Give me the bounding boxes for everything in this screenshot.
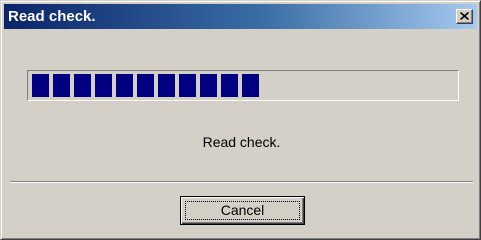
status-message: Read check. bbox=[202, 134, 281, 150]
close-button[interactable] bbox=[456, 9, 473, 24]
cancel-button-label: Cancel bbox=[220, 202, 265, 218]
progress-block bbox=[32, 74, 49, 97]
progress-block bbox=[242, 74, 259, 97]
close-icon bbox=[460, 12, 469, 20]
window-title: Read check. bbox=[8, 8, 96, 25]
progress-block bbox=[158, 74, 175, 97]
progress-bar bbox=[27, 70, 459, 101]
progress-fill bbox=[32, 74, 259, 97]
cancel-button[interactable]: Cancel bbox=[180, 196, 305, 225]
progress-block bbox=[137, 74, 154, 97]
progress-block bbox=[200, 74, 217, 97]
progress-block bbox=[221, 74, 238, 97]
progress-block bbox=[116, 74, 133, 97]
title-bar[interactable]: Read check. bbox=[4, 4, 477, 29]
separator bbox=[10, 181, 473, 183]
progress-block bbox=[53, 74, 70, 97]
progress-block bbox=[179, 74, 196, 97]
progress-block bbox=[74, 74, 91, 97]
read-check-dialog: Read check. Read check. Cancel bbox=[0, 0, 481, 240]
progress-block bbox=[95, 74, 112, 97]
